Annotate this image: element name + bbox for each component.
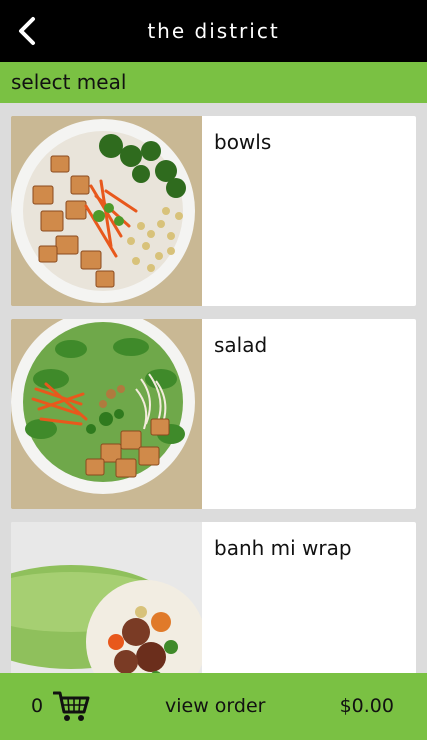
page-title: the district xyxy=(147,19,280,43)
order-bar: 0 view order $0.00 xyxy=(0,673,427,740)
bowl-dish-image xyxy=(11,116,202,306)
meal-item-label: salad xyxy=(214,333,268,357)
meal-item-salad[interactable]: salad xyxy=(11,319,416,509)
meal-item-banh-mi-wrap[interactable]: banh mi wrap xyxy=(11,522,416,673)
meal-item-label: banh mi wrap xyxy=(214,536,352,560)
meal-item-label: bowls xyxy=(214,130,272,154)
order-total: $0.00 xyxy=(339,695,394,717)
section-title: select meal xyxy=(11,70,127,94)
section-header: select meal xyxy=(0,62,427,103)
app-header: the district xyxy=(0,0,427,62)
shopping-cart-icon[interactable] xyxy=(53,690,91,722)
meal-list[interactable]: bowls salad banh mi wrap xyxy=(0,103,427,673)
meal-item-bowls[interactable]: bowls xyxy=(11,116,416,306)
wrap-dish-image xyxy=(11,522,202,673)
view-order-button[interactable]: view order xyxy=(165,673,265,740)
salad-dish-image xyxy=(11,319,202,509)
cart-count: 0 xyxy=(31,695,44,717)
